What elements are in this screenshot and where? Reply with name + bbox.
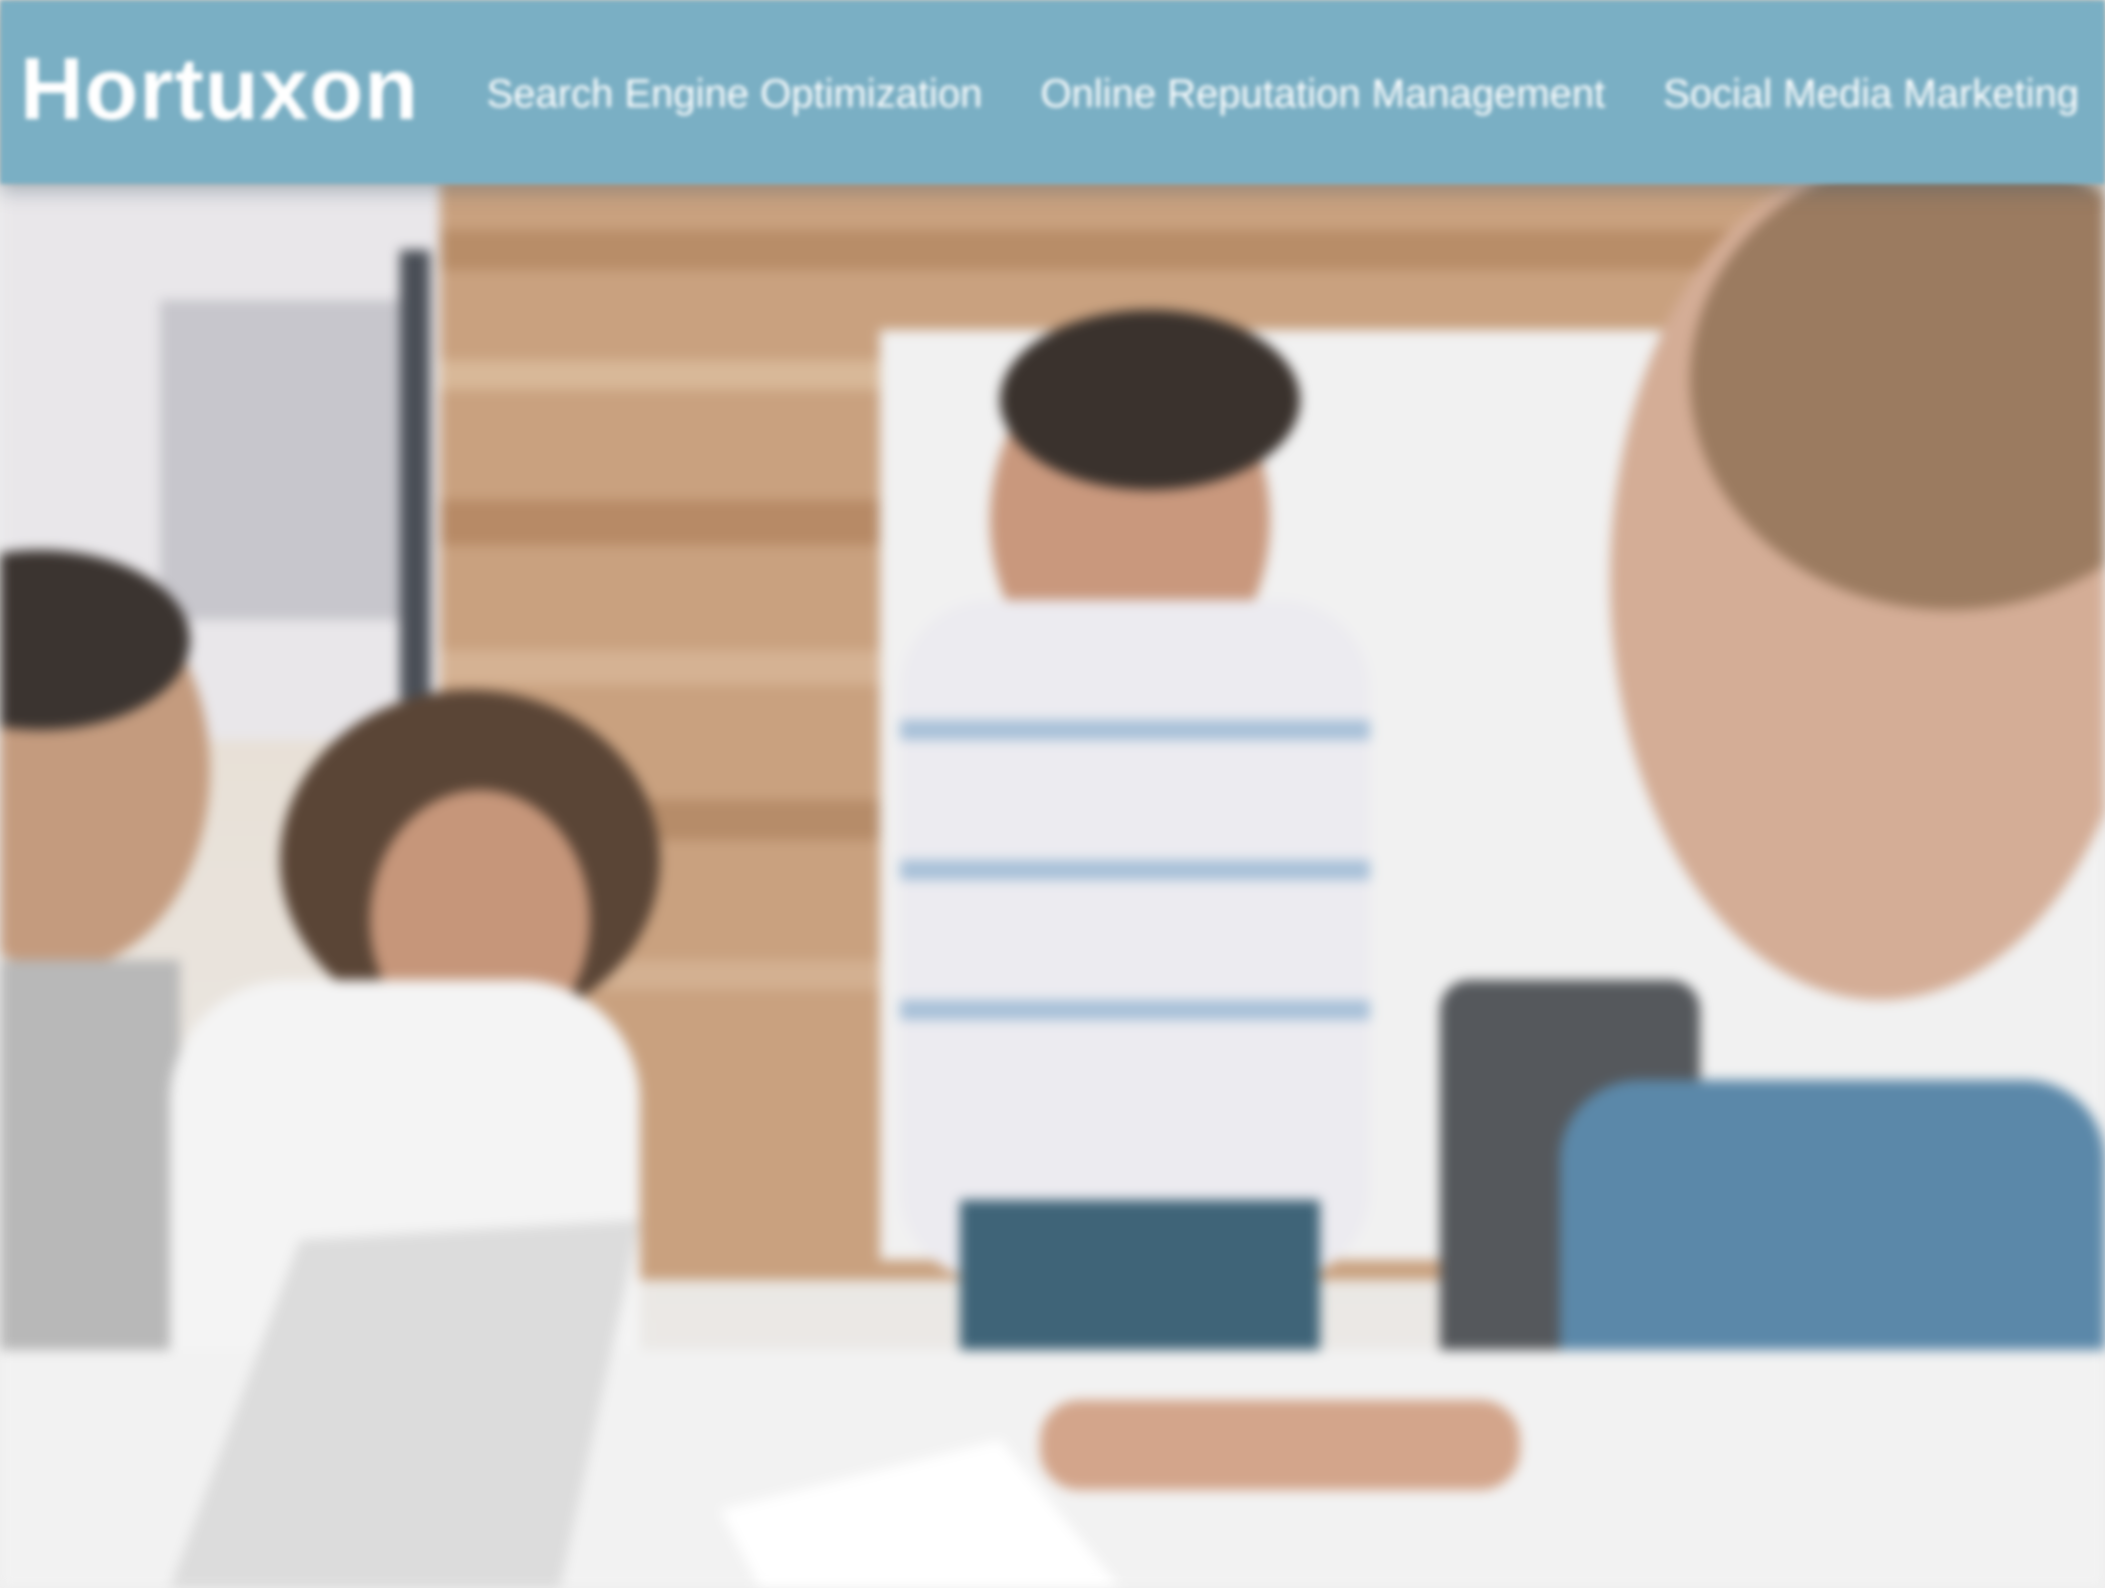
page: Hortuxon Search Engine Optimization Onli… (0, 0, 2105, 1588)
main-nav: Search Engine Optimization Online Reputa… (487, 72, 2079, 117)
site-logo[interactable]: Hortuxon (20, 38, 419, 140)
nav-item-search-engine-optimization[interactable]: Search Engine Optimization (487, 72, 983, 117)
site-header: Hortuxon Search Engine Optimization Onli… (0, 0, 2105, 184)
hero-image (0, 0, 2105, 1588)
nav-item-social-media-marketing[interactable]: Social Media Marketing (1663, 72, 2079, 117)
nav-item-online-reputation-management[interactable]: Online Reputation Management (1040, 72, 1605, 117)
